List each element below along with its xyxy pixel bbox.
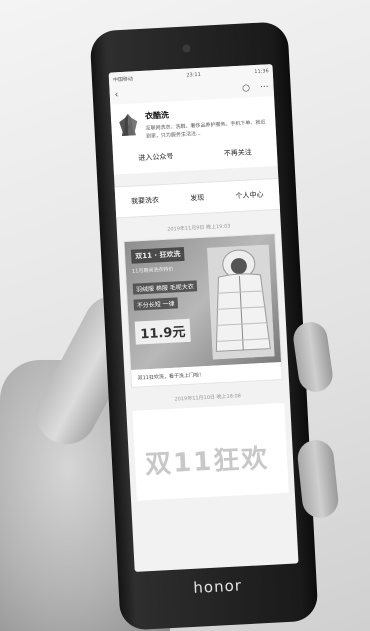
carrier-text: 中国移动 [112,75,134,83]
account-menu: 我要洗衣 发现 个人中心 [114,177,281,219]
account-description: 互联网洗衣、洗鞋、奢侈品养护服务。手机下单、就近到家，只为服务生活注... [145,119,266,140]
unfollow-button[interactable]: 不再关注 [223,147,252,158]
front-camera [182,44,191,53]
menu-item-profile[interactable]: 个人中心 [235,190,263,201]
search-icon[interactable]: ○ [242,83,250,93]
message-timestamp: 2019年11月9日 晚上19:03 [167,223,231,233]
battery-text: 11:36 [254,68,269,76]
brand-logo: honor [192,576,243,597]
phone: 中国移动 23:11 11:36 ‹ ○ ··· 衣酷洗 互联网洗衣、洗鞋、奢侈… [89,21,319,631]
logo-icon [119,113,138,137]
message-timestamp: 2019年11月10日 晚上18:08 [174,393,242,403]
jacket-image [206,244,275,360]
back-arrow-icon[interactable]: ‹ [115,90,119,100]
promo-banner[interactable]: 双11 · 狂欢洗 11月期间洗衣特价 羽绒服 棉服 毛呢大衣 不分长短 一律 … [124,234,281,370]
menu-item-discover[interactable]: 发现 [190,193,205,204]
message-card[interactable]: 双11狂欢 [132,402,289,501]
banner-text: 双11狂欢 [144,443,271,481]
phone-screen: 中国移动 23:11 11:36 ‹ ○ ··· 衣酷洗 互联网洗衣、洗鞋、奢侈… [108,64,299,572]
banner-title: 双11 · 狂欢洗 [130,246,185,264]
status-time: 23:11 [186,71,202,79]
banner-line: 不分长短 一律 [133,297,178,311]
message-card[interactable]: 双11 · 狂欢洗 11月期间洗衣特价 羽绒服 棉服 毛呢大衣 不分长短 一律 … [123,233,283,388]
more-icon[interactable]: ··· [260,82,269,92]
banner-price: 11.9元 [134,318,191,345]
enter-account-button[interactable]: 进入公众号 [138,151,173,163]
menu-item-wash[interactable]: 我要洗衣 [131,195,159,206]
